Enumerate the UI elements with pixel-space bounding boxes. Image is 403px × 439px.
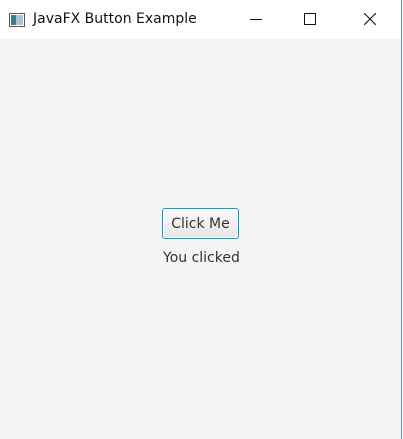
- click-me-button[interactable]: Click Me: [162, 208, 239, 239]
- window-title: JavaFX Button Example: [33, 11, 197, 27]
- maximize-button[interactable]: [287, 0, 333, 39]
- title-bar[interactable]: JavaFX Button Example: [0, 0, 401, 39]
- application-window: JavaFX Button Example Click Me You click…: [0, 0, 402, 439]
- maximize-icon: [304, 10, 316, 29]
- close-button[interactable]: [347, 0, 393, 39]
- scene-content: Click Me You clicked: [0, 39, 401, 439]
- result-label: You clicked: [163, 250, 240, 266]
- java-app-icon: [9, 12, 25, 27]
- minimize-icon: [250, 10, 262, 29]
- close-icon: [363, 10, 377, 29]
- minimize-button[interactable]: [233, 0, 279, 39]
